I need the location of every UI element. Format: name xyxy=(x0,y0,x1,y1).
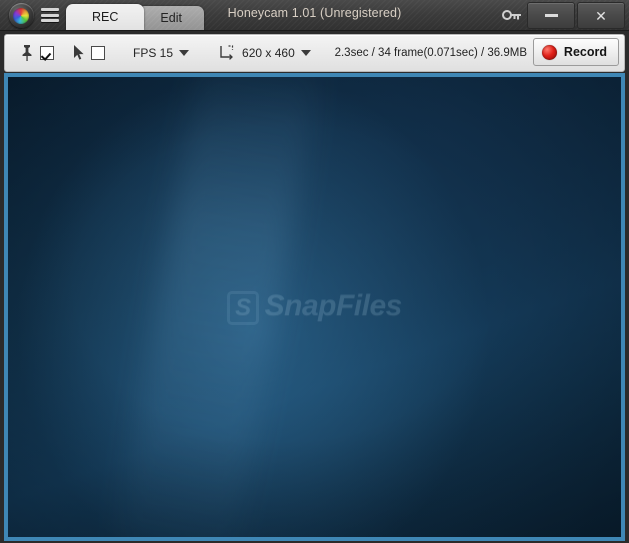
honeycam-window: REC Edit Honeycam 1.01 (Unregistered) ✕ xyxy=(0,0,629,543)
tab-rec[interactable]: REC xyxy=(66,4,145,30)
window-controls: ✕ xyxy=(525,2,625,29)
chevron-down-icon xyxy=(179,50,190,56)
close-icon: ✕ xyxy=(595,7,607,24)
record-button-label: Record xyxy=(563,45,607,59)
capture-preview: S SnapFiles xyxy=(8,77,621,537)
tab-edit[interactable]: Edit xyxy=(138,6,204,30)
fps-dropdown[interactable]: FPS 15 xyxy=(133,46,190,60)
watermark-text: SnapFiles xyxy=(264,289,403,322)
cursor-checkbox[interactable] xyxy=(91,46,105,60)
menu-line xyxy=(41,8,59,11)
watermark-mark: S xyxy=(227,291,259,325)
minimize-icon xyxy=(544,14,558,17)
color-wheel-icon xyxy=(13,7,29,24)
menu-line xyxy=(41,19,59,22)
recording-status: 2.3sec / 34 frame(0.071sec) / 36.9MB xyxy=(334,47,527,59)
hamburger-menu-icon[interactable] xyxy=(41,7,59,23)
key-glyph xyxy=(502,10,521,20)
resolution-label: 620 x 460 xyxy=(242,46,295,60)
app-logo[interactable] xyxy=(4,2,38,29)
tab-bar: REC Edit xyxy=(66,0,198,30)
mouse-cursor-icon[interactable] xyxy=(72,44,86,62)
menu-line xyxy=(41,13,59,17)
record-button[interactable]: Record xyxy=(532,38,619,66)
key-icon[interactable] xyxy=(502,7,522,23)
close-button[interactable]: ✕ xyxy=(577,2,625,29)
pin-group xyxy=(5,35,54,71)
fps-label: FPS 15 xyxy=(133,46,174,60)
toolbar: FPS 15 620 x 460 2.3sec / 34 frame(0.071… xyxy=(4,34,625,72)
color-wheel-logo-icon xyxy=(8,3,34,28)
pin-checkbox[interactable] xyxy=(40,46,54,60)
pin-icon[interactable] xyxy=(19,44,35,62)
resolution-dropdown[interactable]: 620 x 460 xyxy=(219,45,311,61)
capture-region-icon xyxy=(220,45,234,60)
tab-edit-label: Edit xyxy=(160,11,182,25)
snapfiles-watermark: S SnapFiles xyxy=(8,289,621,325)
chevron-down-icon xyxy=(300,50,311,56)
title-bar: REC Edit Honeycam 1.01 (Unregistered) ✕ xyxy=(0,0,629,31)
capture-region-frame[interactable]: S SnapFiles xyxy=(4,73,625,541)
cursor-group xyxy=(54,35,105,71)
minimize-button[interactable] xyxy=(527,2,575,29)
record-dot-icon xyxy=(541,44,557,60)
tab-rec-label: REC xyxy=(92,10,119,24)
